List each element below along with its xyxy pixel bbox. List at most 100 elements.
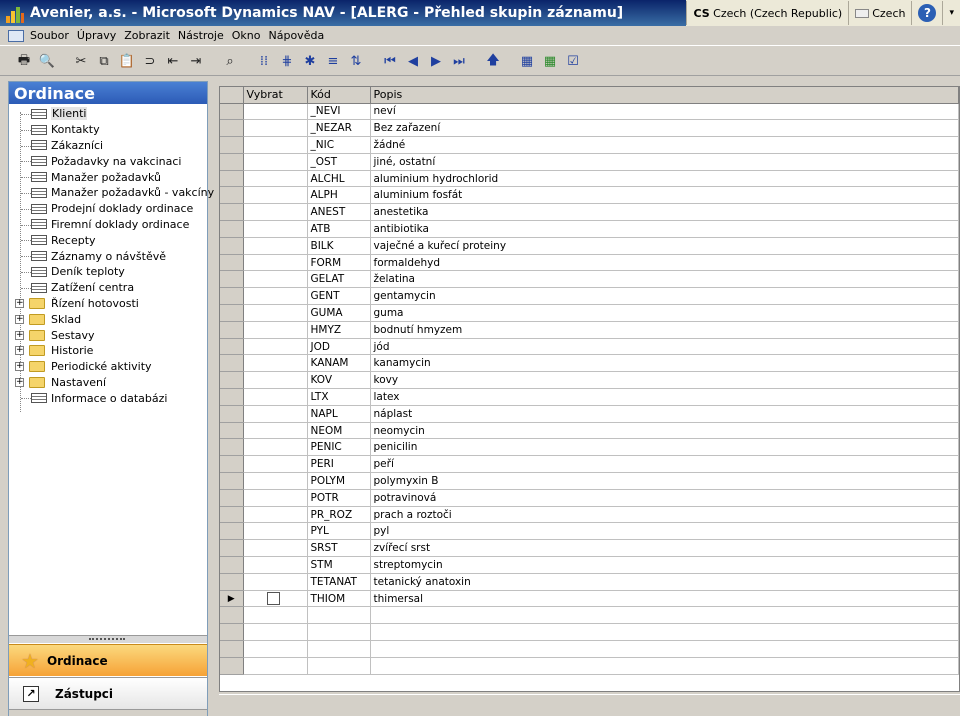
cell-kod[interactable]: BILK (307, 237, 371, 255)
arrow-left-icon[interactable]: ⇤ (163, 52, 183, 72)
cell-kod[interactable]: ANEST (307, 203, 371, 222)
cell-vybrat[interactable] (243, 321, 308, 339)
cell-popis[interactable]: aluminium fosfát (370, 186, 959, 205)
cell-popis[interactable]: jiné, ostatní (370, 153, 959, 171)
table-row[interactable]: ▶ THIOM thimersal (220, 590, 959, 608)
cell-popis[interactable]: prach a roztoči (370, 506, 959, 524)
menu-okno[interactable]: Okno (228, 29, 265, 42)
cell-popis[interactable]: anestetika (370, 203, 959, 222)
cell-kod[interactable]: POTR (307, 489, 371, 507)
table-row[interactable]: ALPH aluminium fosfát (220, 186, 959, 205)
cell-kod[interactable]: NEOM (307, 422, 371, 440)
cell-popis[interactable]: peří (370, 455, 959, 474)
cut-icon[interactable]: ✂ (71, 52, 91, 72)
table-row[interactable]: ANEST anestetika (220, 203, 959, 222)
menu-soubor[interactable]: Soubor (26, 29, 73, 42)
row-selector[interactable] (220, 153, 244, 171)
expand-icon[interactable]: + (15, 314, 24, 324)
cell-kod[interactable]: PYL (307, 522, 371, 541)
sort-icon[interactable]: ⇅ (346, 52, 366, 72)
nav-item[interactable]: Manažer požadavků (9, 169, 207, 185)
row-selector[interactable] (220, 237, 244, 255)
row-selector[interactable] (220, 623, 244, 641)
table-row[interactable]: JOD jód (220, 338, 959, 356)
cell-kod[interactable]: HMYZ (307, 321, 371, 339)
table-row[interactable]: NAPL náplast (220, 405, 959, 423)
row-selector[interactable] (220, 119, 244, 138)
filter-icon[interactable]: ⁞⁞ (254, 52, 274, 72)
nav-item[interactable]: Deník teploty (9, 264, 207, 280)
cell-popis[interactable] (370, 640, 959, 658)
nav-item[interactable]: + Historie (9, 343, 207, 359)
cell-kod[interactable]: _NEZAR (307, 119, 371, 138)
menu-upravy[interactable]: Úpravy (73, 29, 120, 42)
row-selector[interactable]: ▶ (220, 590, 244, 608)
nav-item[interactable]: Firemní doklady ordinace (9, 217, 207, 233)
row-selector[interactable] (220, 136, 244, 154)
cell-kod[interactable]: KANAM (307, 354, 371, 373)
nav-item[interactable]: Zákazníci (9, 138, 207, 154)
empty-row[interactable] (220, 606, 959, 625)
cell-kod[interactable]: TETANAT (307, 573, 371, 591)
cell-popis[interactable]: streptomycin (370, 556, 959, 574)
cell-kod[interactable]: THIOM (307, 590, 371, 608)
cell-vybrat[interactable] (243, 119, 308, 138)
table-row[interactable]: ATB antibiotika (220, 220, 959, 238)
expand-icon[interactable]: + (15, 330, 24, 340)
table-row[interactable]: PERI peří (220, 455, 959, 474)
flowfilter-icon[interactable]: ✱ (300, 52, 320, 72)
expand-icon[interactable]: + (15, 346, 24, 356)
row-selector[interactable] (220, 170, 244, 188)
cell-popis[interactable]: kovy (370, 371, 959, 390)
show-all-icon[interactable]: ≡ (323, 52, 343, 72)
cell-kod[interactable]: SRST (307, 539, 371, 558)
cell-popis[interactable]: antibiotika (370, 220, 959, 238)
cell-kod[interactable]: PERI (307, 455, 371, 474)
row-selector[interactable] (220, 573, 244, 591)
cell-popis[interactable]: neomycin (370, 422, 959, 440)
table-row[interactable]: TETANAT tetanický anatoxin (220, 573, 959, 591)
cell-vybrat[interactable] (243, 623, 308, 641)
nav-item[interactable]: + Řízení hotovosti (9, 296, 207, 312)
cell-vybrat[interactable] (243, 287, 308, 306)
table-row[interactable]: GENT gentamycin (220, 287, 959, 306)
cell-popis[interactable]: vaječné a kuřecí proteiny (370, 237, 959, 255)
row-selector[interactable] (220, 287, 244, 306)
cell-popis[interactable]: aluminium hydrochlorid (370, 170, 959, 188)
cell-kod[interactable]: NAPL (307, 405, 371, 423)
menu-zobrazit[interactable]: Zobrazit (120, 29, 174, 42)
table-row[interactable]: _NIC žádné (220, 136, 959, 154)
next-record-icon[interactable]: ▶ (426, 52, 446, 72)
first-record-icon[interactable]: ⏮ (380, 52, 400, 72)
find-icon[interactable]: ⌕ (220, 52, 240, 72)
cell-kod[interactable]: PR_ROZ (307, 506, 371, 524)
nav-item[interactable]: Prodejní doklady ordinace (9, 201, 207, 217)
cell-kod[interactable] (307, 657, 371, 675)
row-selector[interactable] (220, 472, 244, 490)
cell-vybrat[interactable] (243, 388, 308, 406)
cell-kod[interactable]: ALPH (307, 186, 371, 205)
print-icon[interactable]: 🖶 (14, 52, 34, 72)
help-button[interactable]: ? (911, 1, 942, 25)
cell-kod[interactable]: GENT (307, 287, 371, 306)
cell-vybrat[interactable] (243, 338, 308, 356)
cell-popis[interactable]: bodnutí hmyzem (370, 321, 959, 339)
row-selector[interactable] (220, 186, 244, 205)
expand-icon[interactable]: + (15, 298, 24, 308)
cell-vybrat[interactable] (243, 657, 308, 675)
table-row[interactable]: PR_ROZ prach a roztoči (220, 506, 959, 524)
cell-vybrat[interactable] (243, 270, 308, 289)
cell-kod[interactable]: ALCHL (307, 170, 371, 188)
cell-vybrat[interactable] (243, 136, 308, 154)
row-selector[interactable] (220, 371, 244, 390)
cell-popis[interactable]: gentamycin (370, 287, 959, 306)
cell-popis[interactable]: náplast (370, 405, 959, 423)
cell-vybrat[interactable] (243, 254, 308, 272)
expand-icon[interactable]: + (15, 377, 24, 387)
row-selector[interactable] (220, 422, 244, 440)
table-row[interactable]: POLYM polymyxin B (220, 472, 959, 490)
row-selector[interactable] (220, 522, 244, 541)
cell-vybrat[interactable] (243, 103, 308, 121)
cell-popis[interactable]: neví (370, 103, 959, 121)
cell-vybrat[interactable] (243, 170, 308, 188)
